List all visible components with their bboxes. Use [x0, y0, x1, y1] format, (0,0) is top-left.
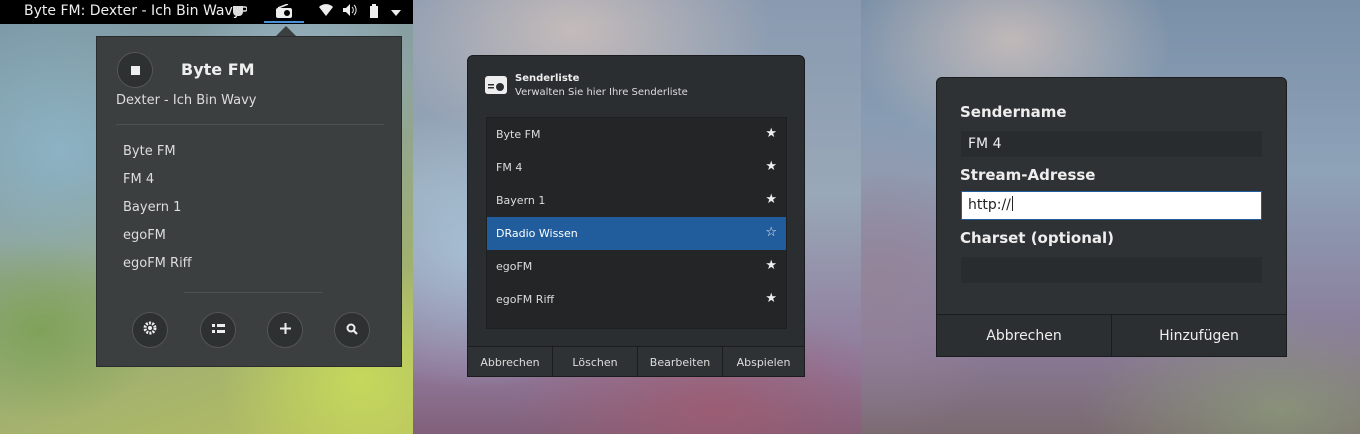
dialog-button-bar: Abbrechen Hinzufügen — [937, 314, 1286, 356]
settings-button[interactable] — [132, 312, 168, 348]
panel-station-manager: Senderliste Verwalten Sie hier Ihre Send… — [413, 0, 861, 434]
add-button[interactable]: Hinzufügen — [1112, 315, 1286, 356]
station-row-label: Byte FM — [496, 128, 541, 141]
top-bar: Byte FM: Dexter - Ich Bin Wavy — [0, 0, 413, 24]
stop-icon — [131, 66, 140, 75]
dropdown-icon[interactable] — [391, 5, 401, 21]
add-station-dialog: Sendername FM 4 Stream-Adresse http:// C… — [936, 77, 1287, 357]
wifi-icon[interactable] — [319, 4, 333, 20]
add-icon — [279, 323, 291, 334]
add-station-button[interactable] — [267, 312, 303, 348]
station-item[interactable]: egoFM — [123, 227, 192, 255]
volume-icon[interactable] — [343, 4, 357, 20]
stream-address-label: Stream-Adresse — [960, 166, 1096, 184]
dialog-subtitle: Verwalten Sie hier Ihre Senderliste — [515, 87, 688, 98]
active-indicator — [264, 21, 304, 23]
popup-arrow — [276, 26, 296, 36]
station-row-label: egoFM Riff — [496, 293, 555, 306]
coffee-icon[interactable] — [231, 4, 248, 22]
battery-icon[interactable] — [370, 4, 378, 22]
favorite-star-empty-icon[interactable]: ☆ — [765, 225, 777, 240]
search-button[interactable] — [334, 312, 370, 348]
station-row[interactable]: FM 4 ★ — [487, 151, 786, 184]
favorite-star-icon[interactable]: ★ — [765, 192, 777, 207]
favorite-star-icon[interactable]: ★ — [765, 258, 777, 273]
favorite-star-icon[interactable]: ★ — [765, 291, 777, 306]
edit-button[interactable]: Bearbeiten — [638, 347, 723, 376]
station-manager-dialog: Senderliste Verwalten Sie hier Ihre Send… — [467, 55, 805, 377]
cancel-button[interactable]: Abbrechen — [468, 347, 553, 376]
station-row[interactable]: Byte FM ★ — [487, 118, 786, 151]
station-item[interactable]: Bayern 1 — [123, 199, 192, 227]
dialog-title: Senderliste — [515, 73, 580, 84]
station-row-label: FM 4 — [496, 161, 523, 174]
station-list: Byte FM FM 4 Bayern 1 egoFM egoFM Riff — [123, 143, 192, 283]
radio-popup: Byte FM Dexter - Ich Bin Wavy Byte FM FM… — [96, 36, 402, 367]
text-caret — [1011, 196, 1013, 211]
play-button[interactable]: Abspielen — [723, 347, 804, 376]
station-list-button[interactable] — [200, 312, 236, 348]
dialog-button-bar: Abbrechen Löschen Bearbeiten Abspielen — [468, 346, 804, 376]
station-row-selected[interactable]: DRadio Wissen ☆ — [487, 217, 786, 250]
station-name-label: Sendername — [960, 103, 1067, 121]
settings-icon — [143, 321, 157, 335]
delete-button[interactable]: Löschen — [553, 347, 638, 376]
favorite-star-icon[interactable]: ★ — [765, 126, 777, 141]
station-name-field[interactable]: FM 4 — [961, 131, 1262, 157]
station-item[interactable]: Byte FM — [123, 143, 192, 171]
charset-field[interactable] — [961, 257, 1262, 283]
list-icon — [211, 324, 225, 333]
station-row[interactable]: egoFM Riff ★ — [487, 283, 786, 316]
cancel-button[interactable]: Abbrechen — [937, 315, 1112, 356]
current-song: Dexter - Ich Bin Wavy — [116, 93, 257, 108]
current-station: Byte FM — [181, 60, 255, 79]
stream-address-value: http:// — [968, 197, 1011, 213]
divider — [116, 124, 384, 125]
panel-add-station: Sendername FM 4 Stream-Adresse http:// C… — [861, 0, 1360, 434]
station-row-label: egoFM — [496, 260, 533, 273]
station-item[interactable]: FM 4 — [123, 171, 192, 199]
station-row[interactable]: egoFM ★ — [487, 250, 786, 283]
favorite-star-icon[interactable]: ★ — [765, 159, 777, 174]
panel-desktop-popup: Byte FM: Dexter - Ich Bin Wavy Byte FM D… — [0, 0, 413, 434]
station-listbox: Byte FM ★ FM 4 ★ Bayern 1 ★ DRadio Wisse… — [486, 117, 787, 329]
divider — [184, 292, 322, 293]
radio-icon — [485, 75, 507, 94]
charset-label: Charset (optional) — [960, 229, 1115, 247]
search-icon — [346, 323, 358, 335]
station-item[interactable]: egoFM Riff — [123, 255, 192, 283]
station-row[interactable]: Bayern 1 ★ — [487, 184, 786, 217]
stop-button[interactable] — [117, 52, 153, 88]
radio-icon[interactable] — [275, 3, 293, 22]
window-title[interactable]: Byte FM: Dexter - Ich Bin Wavy — [24, 3, 241, 19]
station-row-label: DRadio Wissen — [496, 227, 578, 240]
station-row-label: Bayern 1 — [496, 194, 546, 207]
stream-address-field[interactable]: http:// — [961, 191, 1262, 220]
